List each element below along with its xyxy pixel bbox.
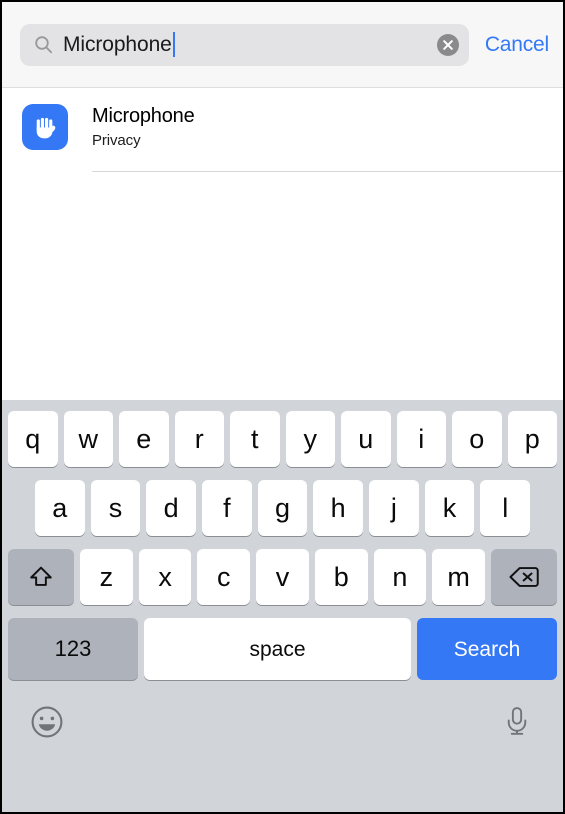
- key-i[interactable]: i: [396, 411, 446, 467]
- key-j[interactable]: j: [369, 480, 419, 536]
- numbers-key[interactable]: 123: [8, 618, 138, 680]
- cancel-button[interactable]: Cancel: [485, 33, 549, 57]
- search-input[interactable]: Microphone: [20, 23, 469, 66]
- clear-search-button[interactable]: [436, 33, 459, 56]
- key-x[interactable]: x: [138, 549, 192, 605]
- backspace-key[interactable]: [491, 549, 558, 605]
- key-a[interactable]: a: [34, 480, 85, 536]
- backspace-delete-icon: [509, 567, 539, 587]
- key-z[interactable]: z: [79, 549, 133, 605]
- shift-key[interactable]: [7, 549, 74, 605]
- key-l[interactable]: l: [480, 480, 531, 536]
- key-v[interactable]: v: [256, 549, 309, 605]
- key-q[interactable]: q: [8, 411, 58, 467]
- shift-arrow-icon: [30, 566, 52, 586]
- key-b[interactable]: b: [314, 549, 368, 605]
- close-icon: [443, 39, 453, 50]
- result-subtitle: Privacy: [92, 132, 141, 149]
- key-m[interactable]: m: [432, 549, 486, 605]
- result-text-block: Microphone Privacy: [92, 102, 195, 152]
- keyboard-row-1: q w e r t y u i o p: [2, 411, 563, 467]
- key-d[interactable]: d: [146, 480, 196, 536]
- emoji-smiley-icon[interactable]: [30, 705, 64, 739]
- keyboard-row-3: z x c v b n m: [2, 549, 563, 605]
- key-p[interactable]: p: [507, 411, 557, 467]
- space-key[interactable]: space: [144, 618, 411, 680]
- key-h[interactable]: h: [313, 480, 364, 536]
- key-t[interactable]: t: [230, 411, 280, 467]
- keyboard-row-2: a s d f g h j k l: [2, 480, 563, 536]
- key-c[interactable]: c: [197, 549, 251, 605]
- key-o[interactable]: o: [452, 411, 502, 467]
- search-header: Microphone Cancel: [2, 2, 563, 88]
- result-title: Microphone: [92, 105, 195, 127]
- key-r[interactable]: r: [174, 411, 224, 467]
- text-cursor: [172, 32, 175, 57]
- key-y[interactable]: y: [285, 411, 335, 467]
- microphone-icon[interactable]: [501, 705, 535, 739]
- keyboard-utility-bar: [2, 689, 563, 755]
- keyboard-row-4: 123 space Search: [2, 618, 563, 680]
- key-f[interactable]: f: [202, 480, 252, 536]
- search-results-list: Microphone Privacy: [2, 88, 563, 400]
- key-e[interactable]: e: [119, 411, 169, 467]
- search-field-content: Microphone: [34, 32, 429, 57]
- search-icon: [34, 35, 53, 54]
- key-n[interactable]: n: [373, 549, 427, 605]
- on-screen-keyboard: q w e r t y u i o p a s d f g h j k l z …: [2, 400, 563, 812]
- key-s[interactable]: s: [90, 480, 141, 536]
- key-u[interactable]: u: [341, 411, 391, 467]
- ios-settings-search-screen: Microphone Cancel Microphone Privacy q w…: [0, 0, 565, 814]
- key-k[interactable]: k: [424, 480, 475, 536]
- row-separator: [92, 171, 563, 172]
- search-query-text: Microphone: [63, 32, 172, 56]
- search-key[interactable]: Search: [417, 618, 557, 680]
- hand-privacy-icon: [22, 104, 68, 150]
- list-item[interactable]: Microphone Privacy: [2, 88, 563, 172]
- key-g[interactable]: g: [257, 480, 308, 536]
- key-w[interactable]: w: [63, 411, 113, 467]
